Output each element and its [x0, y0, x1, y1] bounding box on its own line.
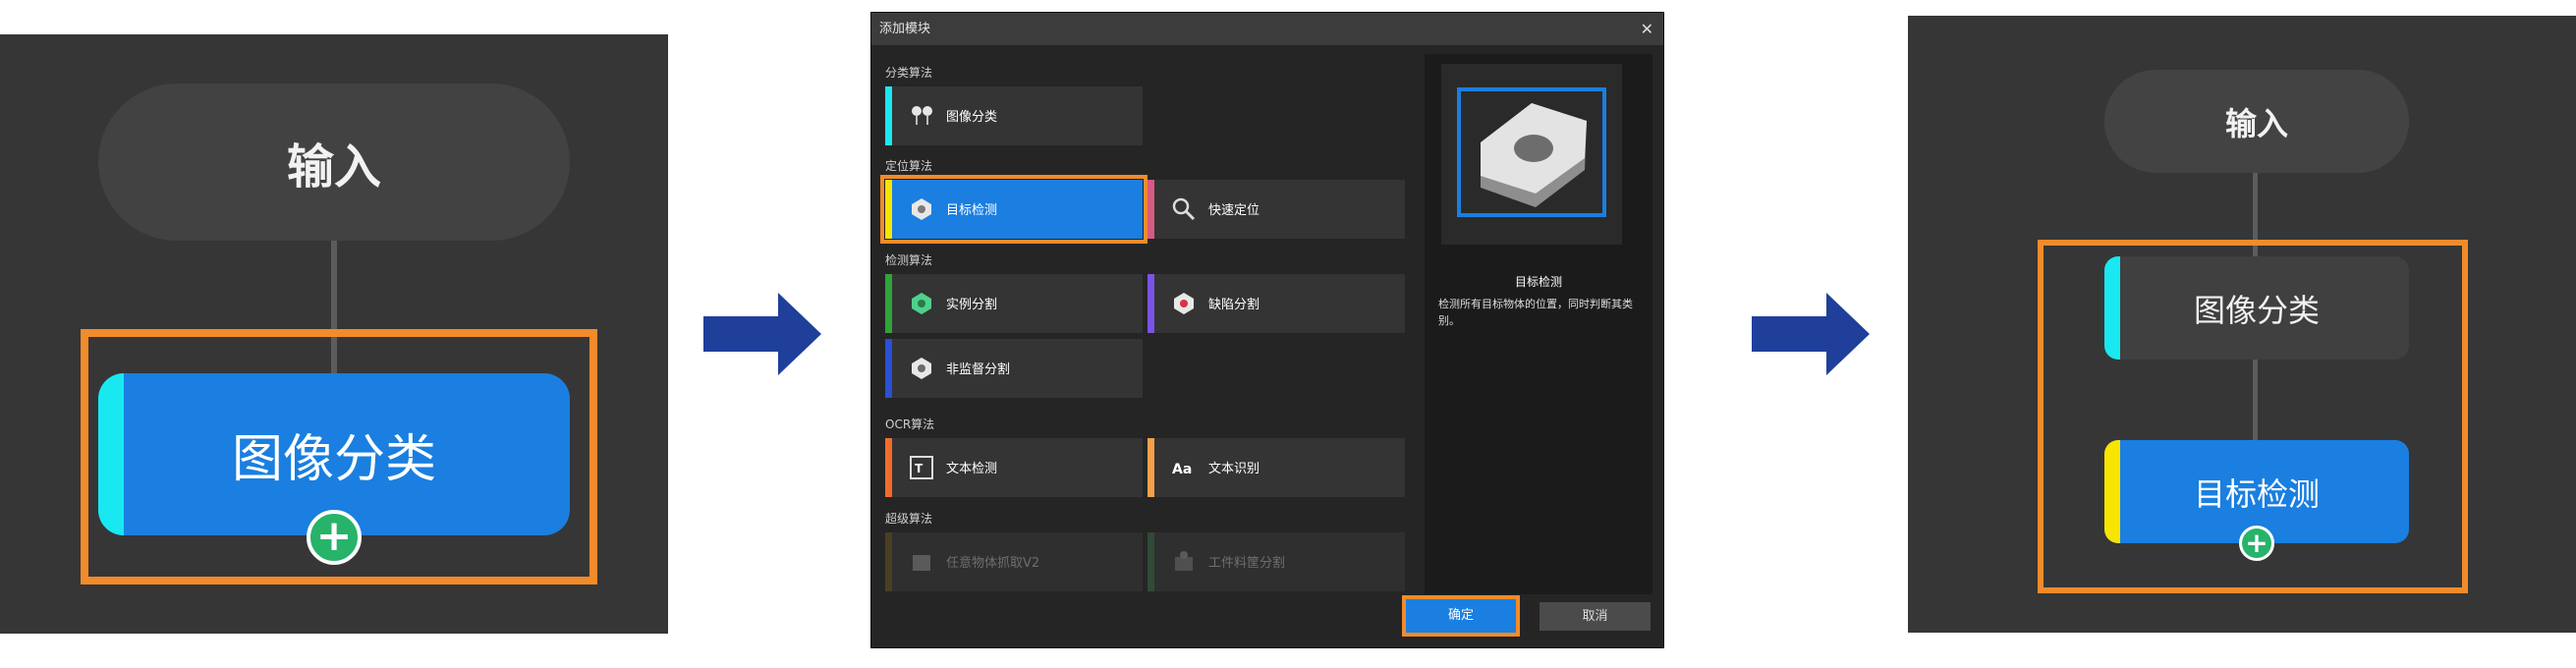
module-card-defect-segmentation[interactable]: 缺陷分割 — [1148, 274, 1405, 333]
module-label: 图像分类 — [946, 110, 998, 125]
module-card-text-detection[interactable]: T 文本检测 — [885, 438, 1143, 497]
object-grasp-icon — [913, 555, 930, 571]
module-color-bar — [885, 532, 892, 591]
preview-image — [1441, 64, 1622, 245]
left-workflow-canvas: 输入 图像分类 + — [0, 34, 668, 634]
selection-highlight-frame — [1402, 595, 1520, 637]
text-detection-icon: T — [910, 456, 933, 479]
plus-circle-icon[interactable]: + — [2239, 526, 2274, 561]
module-label: 工件料筐分割 — [1208, 556, 1286, 571]
module-card-workpiece-bin: 工件料筐分割 — [1148, 532, 1405, 591]
input-node[interactable]: 输入 — [98, 84, 570, 241]
module-color-bar — [885, 339, 892, 398]
module-color-bar — [885, 86, 892, 145]
add-module-dialog: 添加模块 ✕ 分类算法 图像分类 定位算法 目标检测 快速定位 检测算法 实例分… — [870, 12, 1664, 648]
module-color-bar — [1148, 274, 1154, 333]
module-card-instance-segmentation[interactable]: 实例分割 — [885, 274, 1143, 333]
module-color-bar — [885, 274, 892, 333]
image-classify-icon — [912, 106, 932, 125]
unsupervised-segmentation-icon — [912, 358, 931, 379]
module-label: 文本检测 — [946, 462, 998, 476]
workpiece-bin-icon — [1175, 551, 1193, 571]
right-workflow-canvas: 输入 图像分类 目标检测 + — [1908, 16, 2576, 633]
svg-text:T: T — [915, 462, 924, 475]
instance-segmentation-icon — [912, 293, 931, 314]
module-color-bar — [1148, 180, 1154, 239]
close-icon[interactable]: ✕ — [1641, 13, 1653, 45]
defect-segmentation-icon — [1174, 293, 1194, 314]
module-label: 任意物体抓取V2 — [946, 556, 1040, 571]
module-label: 缺陷分割 — [1208, 298, 1260, 312]
category-title: 检测算法 — [885, 253, 933, 267]
selection-highlight-frame — [880, 175, 1148, 244]
svg-text:Aa: Aa — [1172, 462, 1192, 477]
dialog-titlebar: 添加模块 — [871, 13, 1663, 45]
text-recognition-icon: Aa — [1172, 462, 1192, 477]
hex-nut-icon — [1457, 87, 1606, 217]
cancel-button[interactable]: 取消 — [1540, 602, 1651, 631]
module-label: 实例分割 — [946, 298, 998, 312]
module-card-object-grasp: 任意物体抓取V2 — [885, 532, 1143, 591]
category-title: 分类算法 — [885, 66, 933, 80]
module-color-bar — [1148, 532, 1154, 591]
input-node[interactable]: 输入 — [2104, 70, 2409, 173]
module-label: 非监督分割 — [946, 362, 1011, 377]
module-card-image-classification[interactable]: 图像分类 — [885, 86, 1143, 145]
fast-locate-icon — [1172, 197, 1196, 221]
module-preview-panel: 目标检测 检测所有目标物体的位置，同时判断其类别。 — [1425, 54, 1652, 594]
module-color-bar — [885, 438, 892, 497]
plus-circle-icon[interactable]: + — [307, 510, 362, 565]
module-color-bar — [1148, 438, 1154, 497]
preview-description: 检测所有目标物体的位置，同时判断其类别。 — [1438, 298, 1633, 327]
category-title: OCR算法 — [885, 418, 935, 431]
right-arrow-icon — [703, 293, 821, 375]
right-arrow-icon — [1752, 293, 1870, 375]
module-card-text-recognition[interactable]: Aa 文本识别 — [1148, 438, 1405, 497]
dialog-title: 添加模块 — [879, 22, 931, 36]
preview-title: 目标检测 — [1514, 275, 1562, 289]
category-title: 超级算法 — [885, 512, 933, 526]
module-card-unsupervised-segmentation[interactable]: 非监督分割 — [885, 339, 1143, 398]
module-label: 文本识别 — [1208, 462, 1260, 476]
module-card-fast-locate[interactable]: 快速定位 — [1148, 180, 1405, 239]
category-title: 定位算法 — [885, 159, 933, 173]
module-label: 快速定位 — [1208, 203, 1260, 218]
